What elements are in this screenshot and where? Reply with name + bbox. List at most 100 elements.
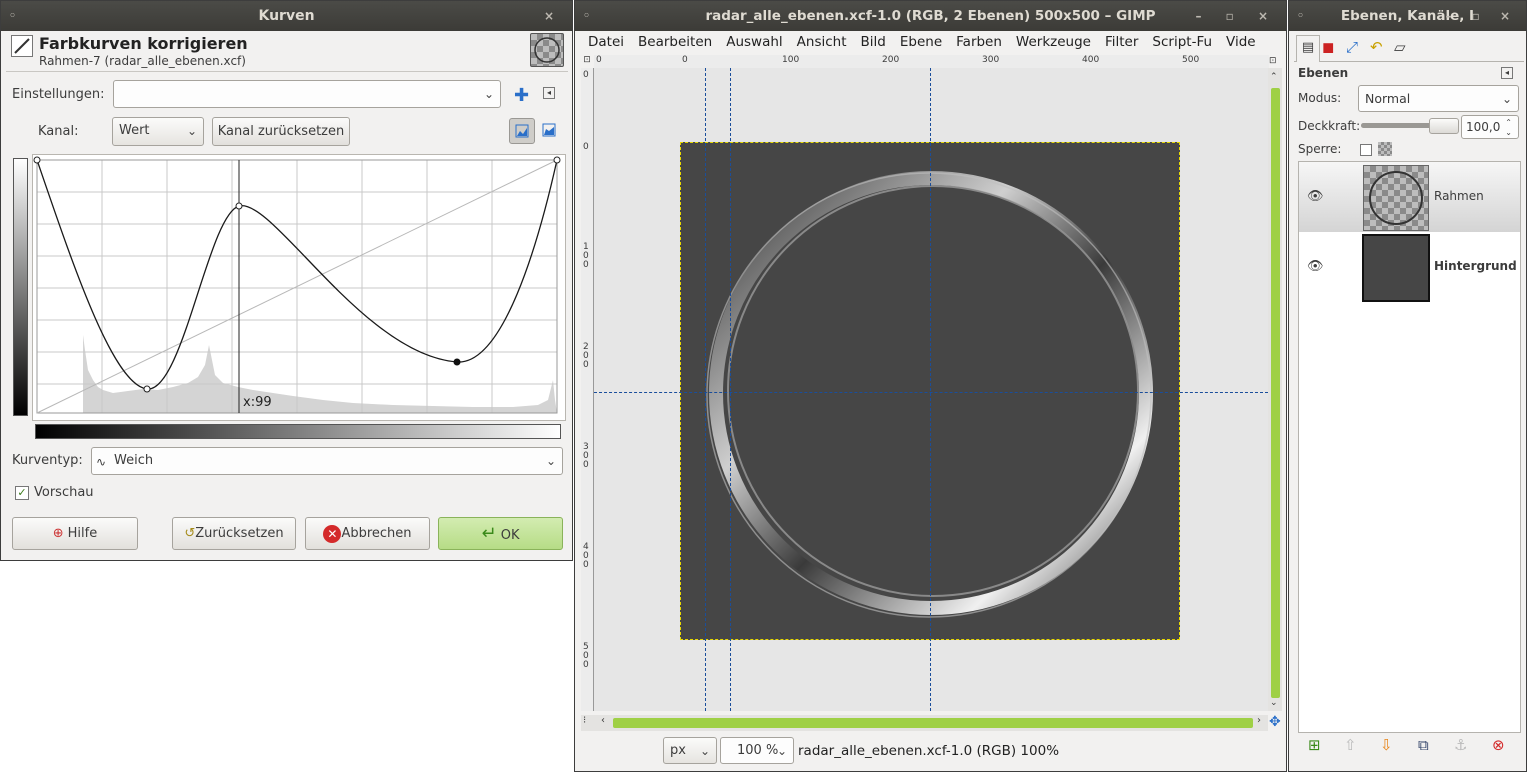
chevron-down-icon: ⌄ [699, 744, 710, 758]
chevron-down-icon: ⌄ [776, 744, 787, 758]
channel-combo[interactable]: Wert ⌄ [112, 117, 204, 146]
vertical-scroll-thumb[interactable] [1271, 88, 1280, 698]
scroll-left-icon[interactable]: ‹ [601, 715, 605, 726]
menu-item-ebene[interactable]: Ebene [900, 34, 942, 50]
preview-checkbox[interactable]: ✓ [15, 486, 29, 500]
horizontal-guide[interactable] [594, 392, 1268, 393]
cancel-button[interactable]: ✕ Abbrechen [305, 517, 430, 550]
navigate-icon[interactable]: ✥ [1269, 714, 1281, 730]
panel-menu-icon[interactable]: ◂ [1501, 67, 1513, 79]
menu-item-script-fu[interactable]: Script-Fu [1152, 34, 1212, 50]
curve-point[interactable] [553, 156, 561, 164]
menu-item-auswahl[interactable]: Auswahl [726, 34, 782, 50]
reset-icon: ↺ [184, 526, 196, 541]
tab-paths-icon[interactable]: ⤢ [1346, 38, 1358, 56]
reset-channel-button[interactable]: Kanal zurücksetzen [212, 117, 350, 146]
window-menu-icon[interactable]: ◦ [1297, 1, 1304, 31]
lock-alpha-icon[interactable] [1378, 142, 1392, 156]
linear-histogram-icon[interactable] [509, 118, 535, 144]
raise-layer-icon[interactable]: ⇧ [1344, 736, 1357, 754]
close-icon[interactable]: × [544, 1, 564, 31]
tab-channels-icon[interactable]: ◼ [1322, 38, 1334, 56]
layer-name[interactable]: Hintergrund [1434, 259, 1517, 273]
horizontal-scrollbar[interactable]: ⁝ ‹ › [581, 715, 1268, 731]
log-histogram-icon[interactable] [537, 118, 563, 144]
spinner-icon[interactable]: ⌃ ⌄ [1505, 118, 1512, 138]
quick-mask-icon[interactable]: ⁝ [583, 715, 586, 726]
curve-point[interactable] [235, 202, 243, 210]
image-titlebar[interactable]: ◦ radar_alle_ebenen.xcf-1.0 (RGB, 2 Eben… [575, 1, 1286, 31]
curves-window-title: Kurven [258, 8, 315, 24]
histogram [83, 335, 557, 413]
menu-item-bearbeiten[interactable]: Bearbeiten [638, 34, 712, 50]
window-menu-icon[interactable]: ◦ [9, 1, 16, 31]
tab-brushes-icon[interactable]: ▱ [1394, 38, 1406, 56]
layers-titlebar[interactable]: ◦ Ebenen, Kanäle, I – ▫ × [1289, 1, 1526, 31]
preset-menu-icon[interactable]: ◂ [543, 87, 555, 99]
vertical-guide[interactable] [705, 68, 706, 711]
opacity-handle[interactable] [1429, 118, 1459, 134]
curve-type-combo[interactable]: ∿ Weich ⌄ [91, 447, 563, 475]
curve-point-selected[interactable] [453, 358, 461, 366]
menu-item-vide[interactable]: Vide [1226, 34, 1256, 50]
scroll-right-icon[interactable]: › [1257, 715, 1261, 726]
window-controls-icon[interactable]: – ▫ × [1445, 1, 1518, 31]
zoom-combo[interactable]: 100 % ⌄ [720, 737, 794, 764]
lock-pixels-checkbox[interactable] [1360, 144, 1372, 156]
help-button[interactable]: ⊕ Hilfe [12, 517, 138, 550]
dialog-header: Farbkurven korrigieren Rahmen-7 (radar_a… [6, 31, 568, 72]
canvas-area[interactable] [594, 68, 1268, 711]
lock-label: Sperre: [1298, 142, 1342, 156]
vertical-ruler[interactable]: 0 0 1 0 0 2 0 0 3 0 0 4 0 0 5 0 0 [581, 68, 594, 711]
add-preset-icon[interactable]: ✚ [514, 85, 529, 106]
tab-undo-icon[interactable]: ↶ [1370, 38, 1383, 56]
menu-item-ansicht[interactable]: Ansicht [797, 34, 847, 50]
menu-item-datei[interactable]: Datei [588, 34, 624, 50]
opacity-slider[interactable] [1361, 118, 1459, 134]
visibility-eye-icon[interactable]: 👁 [1307, 189, 1324, 204]
duplicate-layer-icon[interactable]: ⧉ [1418, 736, 1429, 754]
mode-label: Modus: [1298, 91, 1342, 105]
layer-name[interactable]: Rahmen [1434, 189, 1484, 203]
scroll-up-icon[interactable]: ⌃ [1270, 72, 1278, 82]
unit-combo[interactable]: px ⌄ [663, 737, 717, 764]
ruler-corner[interactable]: ⊡ [581, 55, 593, 67]
window-menu-icon[interactable]: ◦ [583, 1, 590, 31]
layers-window: ◦ Ebenen, Kanäle, I – ▫ × ▤ ◼ ⤢ ↶ ▱ Eben… [1288, 0, 1527, 772]
channel-value: Wert [119, 123, 150, 138]
curve-point[interactable] [143, 385, 151, 393]
visibility-eye-icon[interactable]: 👁 [1307, 259, 1324, 274]
curve-graph[interactable]: x:99 [32, 154, 566, 421]
menu-item-bild[interactable]: Bild [861, 34, 886, 50]
ok-button[interactable]: ↵ OK [438, 517, 563, 550]
chevron-down-icon: ⌄ [545, 454, 556, 468]
menu-item-filter[interactable]: Filter [1105, 34, 1138, 50]
anchor-layer-icon[interactable]: ⚓ [1454, 736, 1467, 754]
vertical-guide[interactable] [930, 68, 931, 711]
settings-combo[interactable]: ⌄ [113, 80, 501, 108]
reset-button[interactable]: ↺Zurücksetzen [172, 517, 296, 550]
lower-layer-icon[interactable]: ⇩ [1380, 736, 1393, 754]
delete-layer-icon[interactable]: ⊗ [1492, 736, 1505, 754]
opacity-spinbox[interactable]: 100,0 ⌃ ⌄ [1461, 115, 1519, 139]
layer-row[interactable]: 👁 Rahmen [1299, 162, 1520, 232]
zoom-fit-icon[interactable]: ⊡ [1269, 56, 1277, 66]
new-layer-icon[interactable]: ⊞ [1308, 736, 1321, 754]
menu-item-farben[interactable]: Farben [956, 34, 1002, 50]
mode-combo[interactable]: Normal ⌄ [1358, 85, 1519, 112]
layer-actions: ⊞ ⇧ ⇩ ⧉ ⚓ ⊗ [1298, 734, 1519, 760]
curve-point[interactable] [33, 156, 41, 164]
curves-titlebar[interactable]: ◦ Kurven × [1, 1, 572, 31]
layer-row[interactable]: 👁 Hintergrund [1299, 232, 1520, 302]
horizontal-ruler[interactable]: 0 0 100 200 300 400 500 [594, 55, 1269, 69]
curve-graph-svg [33, 156, 561, 414]
image-window-title: radar_alle_ebenen.xcf-1.0 (RGB, 2 Ebenen… [705, 8, 1156, 24]
vertical-guide[interactable] [730, 68, 731, 711]
tab-layers-icon[interactable]: ▤ [1296, 35, 1320, 62]
ruler-label: 4 0 0 [583, 542, 589, 570]
menu-item-werkzeuge[interactable]: Werkzeuge [1016, 34, 1091, 50]
window-controls-icon[interactable]: – ▫ × [1195, 1, 1278, 31]
horizontal-scroll-thumb[interactable] [613, 718, 1253, 728]
scroll-down-icon[interactable]: ⌄ [1270, 698, 1278, 708]
vertical-scrollbar[interactable]: ⊡ ⌃ ⌄ [1268, 56, 1282, 711]
